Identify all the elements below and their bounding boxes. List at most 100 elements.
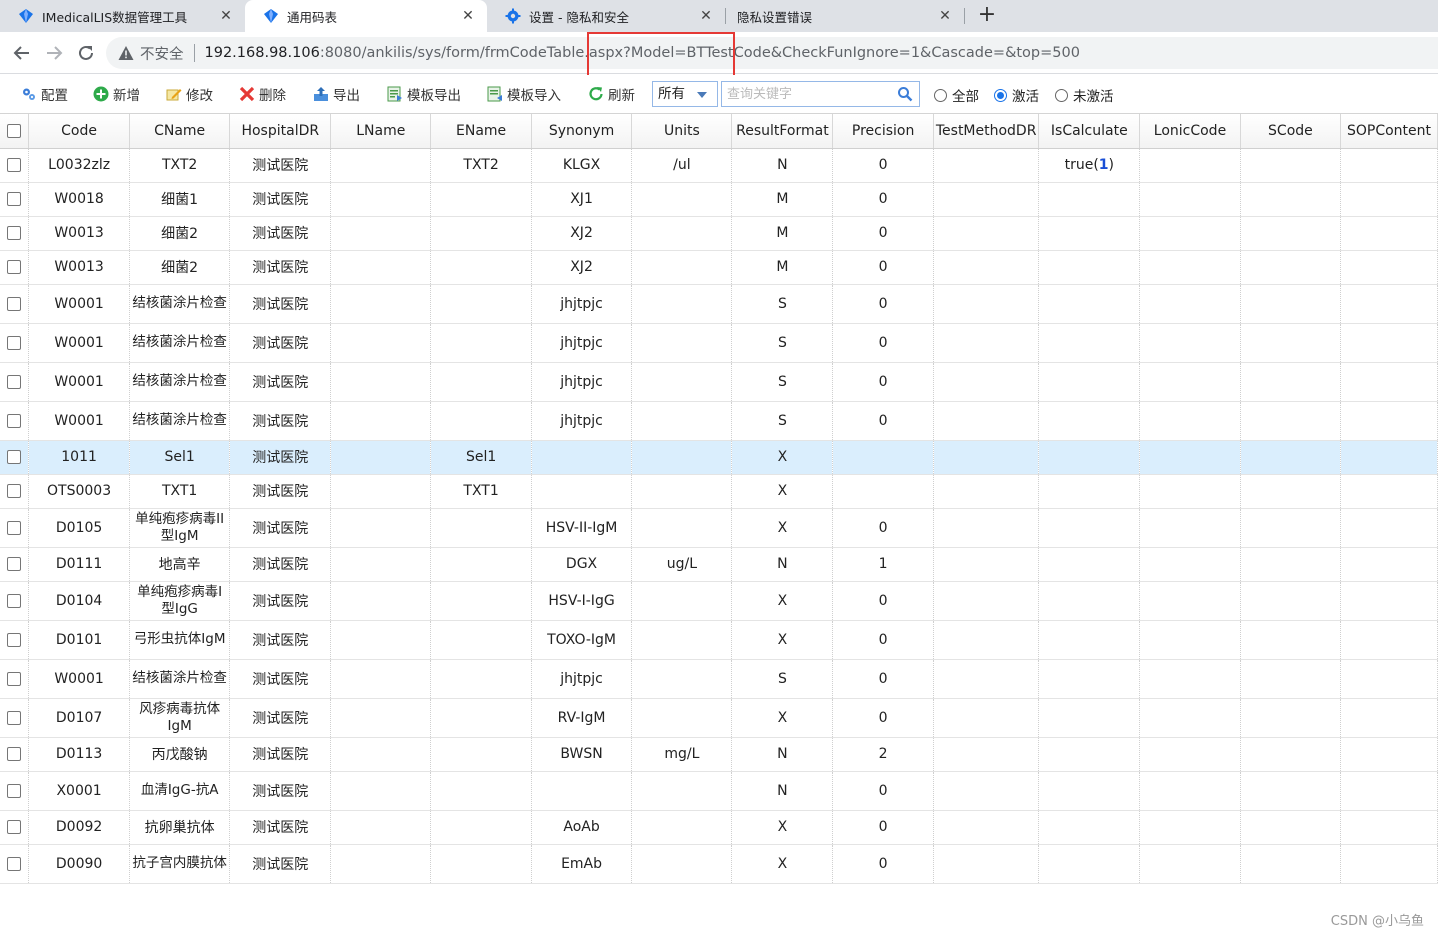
row-checkbox[interactable] [7, 710, 22, 725]
cell-fmt[interactable]: S [731, 401, 834, 441]
table-row[interactable]: D0090 抗子宫内膜抗体 测试医院 EmAb X 0 [0, 844, 1438, 884]
cell-ename[interactable] [430, 323, 532, 363]
cell-prec[interactable]: 0 [832, 323, 934, 363]
cell-fmt[interactable]: X [731, 581, 834, 621]
cell-method[interactable] [933, 620, 1040, 660]
cell-prec[interactable]: 0 [832, 216, 934, 251]
cell-scode[interactable] [1240, 771, 1342, 811]
cell-lonic[interactable] [1139, 659, 1241, 699]
insecure-label[interactable]: 不安全 [140, 43, 184, 64]
row-select-cell[interactable] [0, 182, 30, 217]
table-row[interactable]: W0013 细菌2 测试医院 XJ2 M 0 [0, 216, 1438, 251]
cell-method[interactable] [933, 362, 1040, 402]
cell-ename[interactable] [430, 844, 532, 884]
cell-ename[interactable] [430, 508, 532, 548]
cell-method[interactable] [933, 508, 1040, 548]
table-row[interactable]: D0107 风疹病毒抗体IgM 测试医院 RV-IgM X 0 [0, 698, 1438, 738]
cell-sop[interactable] [1340, 250, 1438, 285]
cell-code[interactable]: W0018 [28, 182, 130, 217]
cell-lname[interactable] [330, 698, 432, 738]
cell-fmt[interactable]: M [731, 250, 834, 285]
cell-scode[interactable] [1240, 698, 1342, 738]
cell-lname[interactable] [330, 844, 432, 884]
cell-lonic[interactable] [1139, 547, 1241, 582]
cell-hosp[interactable]: 测试医院 [229, 474, 332, 509]
row-checkbox[interactable] [7, 671, 22, 686]
cell-cname[interactable]: 抗子宫内膜抗体 [129, 844, 231, 884]
cell-units[interactable] [631, 362, 733, 402]
cell-code[interactable]: W0001 [28, 362, 130, 402]
cell-prec[interactable]: 1 [832, 547, 934, 582]
row-select-cell[interactable] [0, 659, 30, 699]
cell-hosp[interactable]: 测试医院 [229, 508, 332, 548]
cell-cname[interactable]: TXT2 [129, 148, 231, 183]
cell-units[interactable] [631, 401, 733, 441]
cell-lonic[interactable] [1139, 810, 1241, 845]
search-input[interactable] [722, 82, 892, 106]
cell-method[interactable] [933, 698, 1040, 738]
column-header[interactable]: Units [631, 114, 733, 149]
close-icon[interactable]: ✕ [459, 7, 477, 25]
cell-prec[interactable]: 0 [832, 620, 934, 660]
cell-hosp[interactable]: 测试医院 [229, 737, 332, 772]
radio-circle[interactable] [1055, 88, 1068, 102]
table-row[interactable]: D0101 弓形虫抗体IgM 测试医院 TOXO-IgM X 0 [0, 620, 1438, 660]
cell-fmt[interactable]: X [731, 620, 834, 660]
cell-calc[interactable] [1038, 323, 1141, 363]
cell-lname[interactable] [330, 401, 432, 441]
cell-prec[interactable]: 0 [832, 508, 934, 548]
template-import-button[interactable]: 模板导入 [487, 84, 561, 104]
cell-method[interactable] [933, 401, 1040, 441]
cell-hosp[interactable]: 测试医院 [229, 401, 332, 441]
close-icon[interactable]: ✕ [217, 7, 235, 25]
cell-lonic[interactable] [1139, 440, 1241, 475]
cell-scode[interactable] [1240, 250, 1342, 285]
cell-sop[interactable] [1340, 581, 1438, 621]
cell-method[interactable] [933, 659, 1040, 699]
cell-code[interactable]: W0001 [28, 659, 130, 699]
column-header[interactable]: Precision [832, 114, 934, 149]
cell-lonic[interactable] [1139, 362, 1241, 402]
cell-code[interactable]: D0107 [28, 698, 130, 738]
cell-prec[interactable]: 0 [832, 581, 934, 621]
cell-code[interactable]: L0032zlz [28, 148, 130, 183]
cell-fmt[interactable]: M [731, 182, 834, 217]
cell-syn[interactable]: DGX [531, 547, 633, 582]
cell-lname[interactable] [330, 620, 432, 660]
cell-lonic[interactable] [1139, 474, 1241, 509]
cell-hosp[interactable]: 测试医院 [229, 323, 332, 363]
cell-method[interactable] [933, 844, 1040, 884]
cell-code[interactable]: D0104 [28, 581, 130, 621]
cell-sop[interactable] [1340, 508, 1438, 548]
cell-units[interactable] [631, 659, 733, 699]
cell-cname[interactable]: 风疹病毒抗体IgM [129, 698, 231, 738]
cell-syn[interactable] [531, 440, 633, 475]
row-checkbox[interactable] [7, 747, 22, 761]
cell-sop[interactable] [1340, 737, 1438, 772]
export-button[interactable]: 导出 [313, 84, 360, 104]
cell-syn[interactable]: XJ2 [531, 216, 633, 251]
cell-lname[interactable] [330, 771, 432, 811]
cell-scode[interactable] [1240, 440, 1342, 475]
row-select-cell[interactable] [0, 620, 30, 660]
column-header[interactable]: CName [129, 114, 231, 149]
cell-lonic[interactable] [1139, 508, 1241, 548]
cell-scode[interactable] [1240, 362, 1342, 402]
cell-lonic[interactable] [1139, 284, 1241, 324]
row-checkbox[interactable] [7, 484, 22, 498]
cell-prec[interactable]: 0 [832, 771, 934, 811]
back-button[interactable] [10, 41, 34, 65]
cell-fmt[interactable]: N [731, 737, 834, 772]
radio-inactive[interactable]: 未激活 [1055, 85, 1114, 105]
cell-cname[interactable]: 单纯疱疹病毒I型IgG [129, 581, 231, 621]
table-row[interactable]: 1011 Sel1 测试医院 Sel1 X [0, 440, 1438, 475]
cell-method[interactable] [933, 284, 1040, 324]
cell-ename[interactable] [430, 284, 532, 324]
cell-lname[interactable] [330, 284, 432, 324]
cell-method[interactable] [933, 250, 1040, 285]
cell-hosp[interactable]: 测试医院 [229, 440, 332, 475]
cell-units[interactable]: mg/L [631, 737, 733, 772]
table-row[interactable]: W0018 细菌1 测试医院 XJ1 M 0 [0, 182, 1438, 217]
table-row[interactable]: D0111 地高辛 测试医院 DGX ug/L N 1 [0, 547, 1438, 582]
cell-sop[interactable] [1340, 844, 1438, 884]
